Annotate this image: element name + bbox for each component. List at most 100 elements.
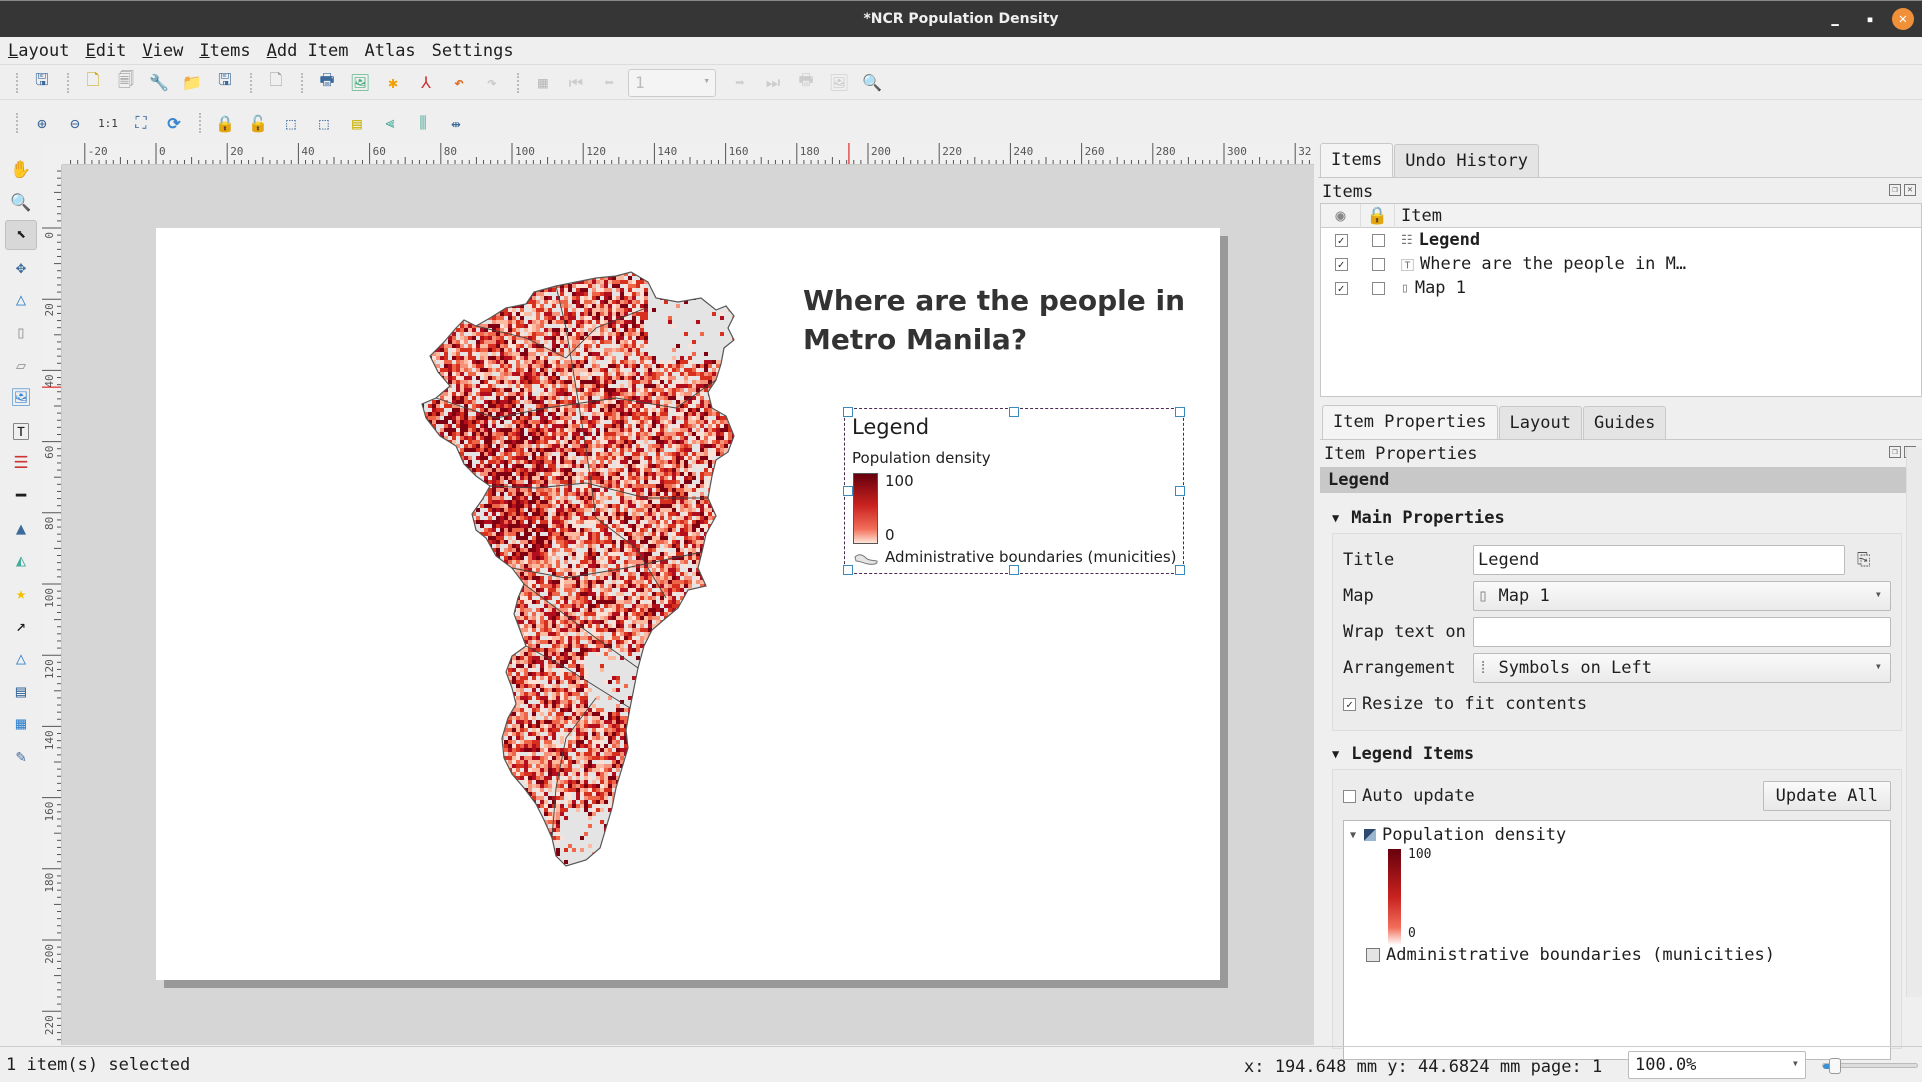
item-lock-checkbox[interactable] <box>1371 281 1385 295</box>
resize-handle-se[interactable] <box>1175 565 1185 575</box>
atlas-first-button[interactable]: ⏮ <box>562 69 590 97</box>
auto-update-checkbox[interactable] <box>1343 789 1356 803</box>
edit-nodes-tool[interactable]: △ <box>5 285 37 315</box>
zoom-tool[interactable]: 🔍 <box>5 188 37 218</box>
save-as-template-button[interactable]: 🖫 <box>211 69 239 97</box>
close-dock-icon[interactable]: ✕ <box>1904 184 1916 196</box>
unlock-items-button[interactable]: 🔓 <box>244 109 272 137</box>
menu-layout[interactable]: Layout <box>8 41 69 61</box>
menu-add-item[interactable]: Add Item <box>267 41 349 61</box>
resize-handle-s[interactable] <box>1009 565 1019 575</box>
visibility-column-header[interactable]: ◉ <box>1321 203 1361 228</box>
item-row[interactable]: ✓ ▯ Map 1 <box>1321 276 1921 300</box>
main-properties-header[interactable]: ▼ Main Properties <box>1320 503 1922 533</box>
duplicate-layout-button[interactable]: 🗐 <box>112 69 140 97</box>
map-combo[interactable]: ▯ Map 1 <box>1473 581 1891 611</box>
add-label-tool[interactable]: 🅃 <box>5 416 37 446</box>
legend-items-header[interactable]: ▼ Legend Items <box>1320 739 1922 769</box>
atlas-preview-button[interactable]: ▦ <box>529 69 557 97</box>
legend-item[interactable]: Legend Population density 100 0 Administ… <box>843 407 1185 575</box>
item-lock-checkbox[interactable] <box>1371 257 1385 271</box>
atlas-next-button[interactable]: ➡ <box>726 69 754 97</box>
add-attribute-table-tool[interactable]: ▦ <box>5 709 37 739</box>
atlas-last-button[interactable]: ⏭ <box>759 69 787 97</box>
resize-handle-sw[interactable] <box>843 565 853 575</box>
resize-handle-e[interactable] <box>1175 486 1185 496</box>
toolbar-grip[interactable] <box>199 113 205 133</box>
tab-guides[interactable]: Guides <box>1582 406 1667 439</box>
move-content-tool[interactable]: ✥ <box>5 253 37 283</box>
distribute-items-button[interactable]: ⫼ <box>409 109 437 137</box>
add-legend-tool[interactable]: ☰ <box>5 448 37 478</box>
pan-tool[interactable]: ✋ <box>5 155 37 185</box>
map-item[interactable] <box>416 268 756 948</box>
expand-arrow-icon[interactable]: ▼ <box>1350 830 1356 841</box>
zoom-in-button[interactable]: ⊕ <box>28 109 56 137</box>
lock-column-header[interactable]: 🔒 <box>1361 203 1395 228</box>
props-scrollbar[interactable] <box>1906 447 1922 997</box>
atlas-prev-button[interactable]: ⬅ <box>595 69 623 97</box>
ungroup-items-button[interactable]: ⬚ <box>310 109 338 137</box>
menu-items[interactable]: Items <box>199 41 250 61</box>
add-map-tool[interactable]: ▯ <box>5 318 37 348</box>
menu-settings[interactable]: Settings <box>432 41 514 61</box>
atlas-print-button[interactable]: 🖶 <box>792 69 820 97</box>
zoom-slider[interactable] <box>1822 1058 1918 1074</box>
menu-view[interactable]: View <box>142 41 183 61</box>
float-icon[interactable]: ❐ <box>1889 446 1901 458</box>
add-marker-tool[interactable]: ★ <box>5 579 37 609</box>
item-visible-checkbox[interactable]: ✓ <box>1334 281 1348 295</box>
resize-handle-nw[interactable] <box>843 407 853 417</box>
export-image-button[interactable]: 🖼 <box>346 69 374 97</box>
tab-undo-history[interactable]: Undo History <box>1394 144 1540 177</box>
add-fixed-table-tool[interactable]: ✎ <box>5 742 37 772</box>
items-tree[interactable]: ◉ 🔒 Item ✓ ☷ Legend ✓ 🅃 Where are the people … <box>1320 203 1922 397</box>
legend-tree-layer-row[interactable]: ▼ Population density <box>1350 825 1566 845</box>
item-row[interactable]: ✓ ☷ Legend <box>1321 228 1921 252</box>
export-pdf-button[interactable]: ⅄ <box>412 69 440 97</box>
vertical-ruler[interactable]: 0 20 40 60 80 100 120 140 160 180 200 220 <box>42 165 62 1045</box>
redo-button[interactable]: ↷ <box>478 69 506 97</box>
add-north-arrow-tool[interactable]: ▲ <box>5 514 37 544</box>
legend-items-tree[interactable]: ▼ Population density 100 0 Administrativ… <box>1343 820 1891 1060</box>
title-field[interactable]: Legend <box>1473 545 1845 575</box>
update-all-button[interactable]: Update All <box>1762 781 1891 811</box>
tab-items[interactable]: Items <box>1320 143 1394 177</box>
minimize-button[interactable]: ▁ <box>1825 0 1845 37</box>
item-column-header[interactable]: Item <box>1395 204 1921 228</box>
add-html-tool[interactable]: ▤ <box>5 677 37 707</box>
zoom-actual-button[interactable]: 1:1 <box>94 109 122 137</box>
add-scalebar-tool[interactable]: ━ <box>5 481 37 511</box>
add-shape-tool[interactable]: ◭ <box>5 546 37 576</box>
toolbar-grip[interactable] <box>16 72 22 93</box>
wrap-text-field[interactable] <box>1473 617 1891 647</box>
item-visible-checkbox[interactable]: ✓ <box>1334 233 1348 247</box>
align-items-button[interactable]: ⫷ <box>376 109 404 137</box>
add-arrow-tool[interactable]: ↗ <box>5 611 37 641</box>
add-picture-tool[interactable]: 🖼 <box>5 383 37 413</box>
layout-canvas[interactable]: Where are the people in Metro Manila? Le… <box>62 165 1314 1045</box>
item-visible-checkbox[interactable]: ✓ <box>1334 257 1348 271</box>
menu-edit[interactable]: Edit <box>85 41 126 61</box>
zoom-combo[interactable]: 100.0% <box>1628 1051 1806 1079</box>
resize-handle-w[interactable] <box>843 486 853 496</box>
item-row[interactable]: ✓ 🅃 Where are the people in M… <box>1321 252 1921 276</box>
toolbar-grip[interactable] <box>517 72 523 93</box>
open-template-button[interactable]: 📁 <box>178 69 206 97</box>
legend-tree-boundary-row[interactable]: Administrative boundaries (municities) <box>1366 945 1775 965</box>
zoom-out-button[interactable]: ⊖ <box>61 109 89 137</box>
arrangement-combo[interactable]: ⁞ Symbols on Left <box>1473 653 1891 683</box>
zoom-full-button[interactable]: ⛶ <box>127 109 155 137</box>
group-items-button[interactable]: ⬚ <box>277 109 305 137</box>
add-3d-map-tool[interactable]: ▱ <box>5 351 37 381</box>
resize-to-fit-checkbox[interactable]: ✓ <box>1343 697 1356 711</box>
zoom-slider-handle[interactable] <box>1828 1058 1841 1074</box>
export-svg-button[interactable]: ✱ <box>379 69 407 97</box>
layout-manager-button[interactable]: 🔧 <box>145 69 173 97</box>
close-button[interactable]: ✕ <box>1892 8 1914 30</box>
tab-item-properties[interactable]: Item Properties <box>1322 405 1498 439</box>
undo-button[interactable]: ↶ <box>445 69 473 97</box>
item-lock-checkbox[interactable] <box>1371 233 1385 247</box>
resize-items-button[interactable]: ⇹ <box>442 109 470 137</box>
lock-items-button[interactable]: 🔒 <box>211 109 239 137</box>
